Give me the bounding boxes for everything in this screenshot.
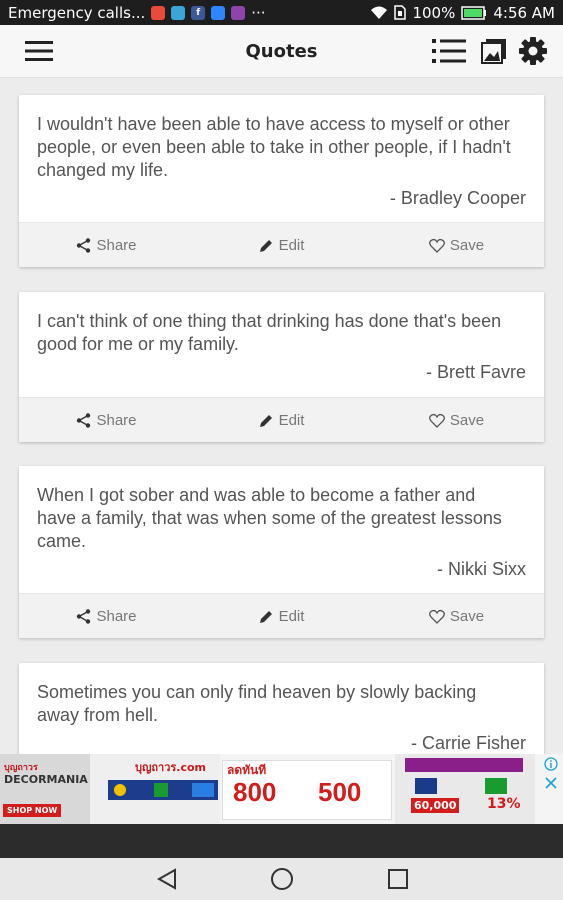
ad-rate: 13%	[487, 796, 521, 812]
quote-actions: Share Edit Save	[19, 222, 544, 267]
home-circle-icon	[271, 868, 293, 890]
quote-card: When I got sober and was able to become …	[19, 466, 544, 638]
ad-price-800: 800	[233, 777, 277, 807]
status-bar: Emergency calls... f ··· 100% 4:56 AM	[0, 0, 563, 25]
save-button[interactable]: Save	[369, 237, 544, 254]
share-label: Share	[96, 236, 137, 254]
bank-logo-icon	[415, 778, 437, 794]
share-label: Share	[96, 411, 137, 429]
quote-actions: Share Edit Save	[19, 593, 544, 638]
facebook-icon: f	[191, 5, 206, 20]
ad-bank-logos	[108, 780, 218, 800]
pencil-icon	[259, 239, 272, 252]
pencil-icon	[259, 610, 272, 623]
back-button[interactable]	[150, 864, 184, 894]
quote-card: I wouldn't have been able to have access…	[19, 95, 544, 267]
edit-button[interactable]: Edit	[194, 608, 369, 625]
quote-text: I can't think of one thing that drinking…	[37, 311, 502, 354]
more-notifications: ···	[251, 3, 266, 22]
app-icon	[171, 5, 186, 20]
quote-author: - Brett Favre	[425, 362, 526, 382]
quote-card: I can't think of one thing that drinking…	[19, 292, 544, 442]
share-button[interactable]: Share	[19, 412, 194, 429]
quote-text: Sometimes you can only find heaven by sl…	[37, 682, 477, 725]
sim-icon	[394, 5, 407, 20]
nav-strip	[0, 824, 563, 858]
edit-label: Edit	[278, 236, 305, 254]
bank-logo-icon	[192, 783, 214, 797]
edit-button[interactable]: Edit	[194, 412, 369, 429]
share-icon	[77, 412, 91, 428]
edit-label: Edit	[278, 607, 305, 625]
battery-percent: 100%	[412, 3, 456, 22]
share-icon	[77, 237, 91, 253]
ad-logo-block: บุญถาวร DECORMANIA SHOP NOW	[0, 754, 90, 824]
bank-logo-icon	[154, 783, 168, 797]
app-icon	[231, 5, 246, 20]
heart-icon	[428, 609, 445, 624]
battery-icon	[461, 5, 487, 20]
share-button[interactable]: Share	[19, 608, 194, 625]
ad-site-block: บุญถาวร.com	[90, 754, 220, 824]
app-bar: Quotes	[0, 25, 563, 78]
close-icon	[545, 777, 557, 789]
quote-author: - Bradley Cooper	[389, 188, 526, 208]
save-label: Save	[449, 236, 485, 254]
quote-text: When I got sober and was able to become …	[37, 485, 502, 551]
system-nav-bar	[0, 824, 563, 900]
save-label: Save	[449, 607, 485, 625]
share-icon	[77, 608, 91, 624]
ad-offer-header	[405, 758, 523, 772]
ad-info-button[interactable]	[541, 755, 561, 773]
quote-card: Sometimes you can only find heaven by sl…	[19, 663, 544, 754]
quote-author: - Carrie Fisher	[410, 733, 526, 753]
heart-icon	[428, 238, 445, 253]
pencil-icon	[259, 414, 272, 427]
gear-icon	[519, 37, 547, 65]
info-icon	[544, 757, 558, 771]
messenger-icon	[211, 5, 226, 20]
gallery-button[interactable]	[478, 35, 510, 67]
list-view-button[interactable]	[430, 36, 468, 66]
bank-logo-icon	[114, 784, 126, 796]
ad-close-button[interactable]	[541, 774, 561, 792]
ad-offer-block: 60,000 13%	[395, 754, 535, 824]
heart-icon	[428, 413, 445, 428]
quote-author: - Nikki Sixx	[437, 559, 526, 579]
app-icon	[151, 5, 166, 20]
settings-button[interactable]	[516, 35, 550, 67]
ad-price-500: 500	[318, 777, 362, 807]
ad-banner[interactable]: บุญถาวร DECORMANIA SHOP NOW บุญถาวร.com …	[0, 754, 563, 824]
quote-text: I wouldn't have been able to have access…	[37, 114, 511, 180]
edit-label: Edit	[278, 411, 305, 429]
quote-actions: Share Edit Save	[19, 397, 544, 442]
nav-keys	[0, 858, 563, 900]
images-icon	[481, 39, 506, 64]
ad-site: บุญถาวร.com	[135, 761, 206, 774]
save-label: Save	[449, 411, 485, 429]
share-button[interactable]: Share	[19, 237, 194, 254]
clock: 4:56 AM	[493, 3, 555, 22]
ad-price-block: ลดทันที 800 500	[222, 760, 392, 820]
carrier-text: Emergency calls...	[8, 3, 146, 22]
bank-logo-icon	[485, 778, 507, 794]
list-icon	[432, 39, 466, 63]
share-label: Share	[96, 607, 137, 625]
recents-square-icon	[388, 869, 408, 889]
ad-brand: บุญถาวร	[4, 763, 38, 773]
save-button[interactable]: Save	[369, 412, 544, 429]
back-triangle-icon	[156, 868, 176, 890]
save-button[interactable]: Save	[369, 608, 544, 625]
ad-brand-sub: DECORMANIA	[4, 773, 88, 786]
wifi-icon	[371, 6, 388, 19]
edit-button[interactable]: Edit	[194, 237, 369, 254]
ad-shop-now[interactable]: SHOP NOW	[3, 804, 62, 817]
ad-price-60000: 60,000	[411, 798, 460, 813]
home-button[interactable]	[265, 864, 299, 894]
quote-list[interactable]: I wouldn't have been able to have access…	[0, 78, 563, 754]
recents-button[interactable]	[381, 864, 415, 894]
